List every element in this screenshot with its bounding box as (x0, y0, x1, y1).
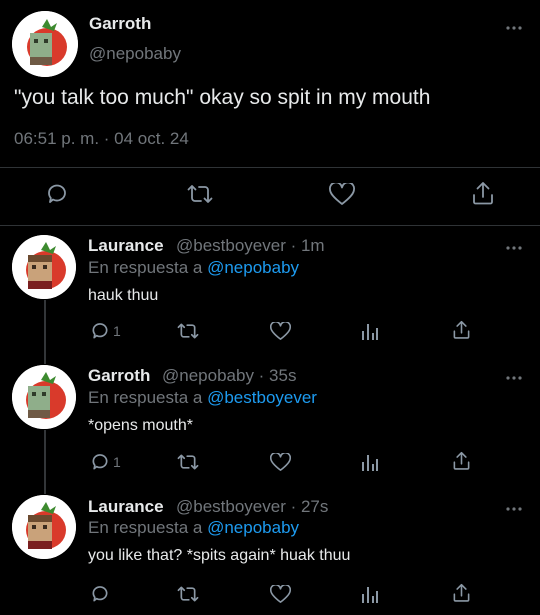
reply-to-handle[interactable]: @nepobaby (207, 258, 299, 277)
avatar-garroth[interactable] (12, 11, 78, 77)
heart-icon[interactable] (329, 183, 355, 206)
reply-prefix: En respuesta a (88, 388, 203, 407)
retweet-icon[interactable] (177, 321, 199, 341)
reply-handle-time[interactable]: @nepobaby · 35s (162, 366, 296, 386)
heart-icon[interactable] (270, 453, 291, 472)
comment-icon[interactable] (90, 584, 110, 604)
reply-prefix: En respuesta a (88, 518, 203, 537)
reply-handle-time[interactable]: @bestboyever · 27s (176, 497, 328, 517)
reply-context: En respuesta a @nepobaby (88, 518, 299, 538)
laurance-avatar-image (12, 495, 76, 559)
garroth-avatar-image (12, 365, 76, 429)
avatar-laurance[interactable] (12, 495, 76, 559)
more-icon[interactable] (506, 18, 522, 36)
divider (0, 167, 540, 168)
author-handle[interactable]: @nepobaby (89, 44, 181, 64)
retweet-icon[interactable] (187, 182, 213, 206)
reply-prefix: En respuesta a (88, 258, 203, 277)
reply-author-name[interactable]: Laurance (88, 497, 164, 517)
thread-line (44, 300, 46, 364)
reply-author-name[interactable]: Laurance (88, 236, 164, 256)
reply-context: En respuesta a @bestboyever (88, 388, 317, 408)
more-icon[interactable] (506, 368, 522, 386)
divider (0, 225, 540, 226)
tweet-timestamp[interactable]: 06:51 p. m. · 04 oct. 24 (14, 129, 189, 149)
comment-icon[interactable] (90, 321, 110, 341)
share-icon[interactable] (471, 181, 495, 206)
avatar-laurance[interactable] (12, 235, 76, 299)
retweet-icon[interactable] (177, 452, 199, 472)
views-icon[interactable] (361, 453, 379, 472)
avatar-garroth[interactable] (12, 365, 76, 429)
reply-context: En respuesta a @nepobaby (88, 258, 299, 278)
reply-count: 1 (113, 454, 121, 470)
views-icon[interactable] (361, 585, 379, 604)
views-icon[interactable] (361, 322, 379, 341)
reply-count: 1 (113, 323, 121, 339)
more-icon[interactable] (506, 499, 522, 517)
garroth-avatar-image (12, 11, 78, 77)
reply-to-handle[interactable]: @nepobaby (207, 518, 299, 537)
comment-icon[interactable] (45, 182, 69, 206)
share-icon[interactable] (452, 583, 471, 603)
more-icon[interactable] (506, 238, 522, 256)
tweet-text: "you talk too much" okay so spit in my m… (14, 86, 431, 109)
reply-text: you like that? *spits again* huak thuu (88, 547, 351, 564)
heart-icon[interactable] (270, 322, 291, 341)
heart-icon[interactable] (270, 585, 291, 604)
reply-handle-time[interactable]: @bestboyever · 1m (176, 236, 325, 256)
reply-text: hauk thuu (88, 287, 159, 304)
thread-line (44, 430, 46, 494)
share-icon[interactable] (452, 451, 471, 471)
share-icon[interactable] (452, 320, 471, 340)
reply-to-handle[interactable]: @bestboyever (207, 388, 317, 407)
reply-text: *opens mouth* (88, 417, 193, 434)
laurance-avatar-image (12, 235, 76, 299)
author-name[interactable]: Garroth (89, 14, 151, 34)
retweet-icon[interactable] (177, 584, 199, 604)
reply-author-name[interactable]: Garroth (88, 366, 150, 386)
comment-icon[interactable] (90, 452, 110, 472)
